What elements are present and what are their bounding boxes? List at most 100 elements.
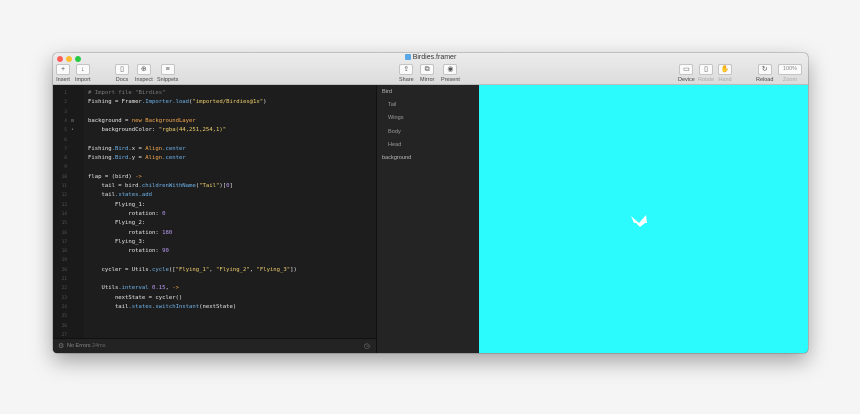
code-text: Fishing = Framer.Importer.load("imported… xyxy=(88,99,267,106)
layer-item-tail[interactable]: Tail xyxy=(388,102,396,108)
code-line[interactable]: 26 xyxy=(53,322,376,331)
line-number: 10 xyxy=(61,174,67,180)
code-text: Fishing.Bird.x = Align.center xyxy=(88,145,186,152)
layer-item-head[interactable]: Head xyxy=(388,142,401,148)
code-text: # Import file "Birdies" xyxy=(88,90,166,96)
code-line[interactable]: 14 rotation: 0 xyxy=(53,210,376,219)
device-button[interactable]: ▭ Device xyxy=(678,64,695,83)
hand-button[interactable]: ✋ Hand xyxy=(718,64,732,83)
share-label: Share xyxy=(399,77,414,83)
code-text: backgroundColor: "rgba(44,251,254,1)" xyxy=(88,127,227,134)
snippets-label: Snippets xyxy=(157,77,179,83)
bird-body xyxy=(636,223,645,227)
line-number: 7 xyxy=(64,146,67,152)
code-line[interactable]: 15 Flying_2: xyxy=(53,219,376,228)
code-line[interactable]: 8 Fishing.Bird.y = Align.center xyxy=(53,154,376,163)
line-number: 19 xyxy=(61,258,67,264)
layer-item-body[interactable]: Body xyxy=(388,129,401,135)
zoom-control[interactable]: 100% Zoom xyxy=(778,64,802,83)
line-number: 12 xyxy=(61,193,67,199)
code-line[interactable]: 25 xyxy=(53,312,376,321)
code-text: tail.states.switchInstant(nextState) xyxy=(88,303,237,310)
code-line[interactable]: 13 Flying_1: xyxy=(53,201,376,210)
code-line[interactable]: 20 cycler = Utils.cycle(["Flying_1", "Fl… xyxy=(53,266,376,275)
inspect-target-icon: ⊕ xyxy=(136,64,151,75)
inspect-button[interactable]: ⊕ Inspect xyxy=(135,64,153,83)
import-label: Import xyxy=(75,77,91,83)
present-label: Present xyxy=(441,77,460,83)
code-line[interactable]: 5 • backgroundColor: "rgba(44,251,254,1)" xyxy=(53,126,376,135)
rotate-icon: ▯ xyxy=(699,64,714,75)
code-line[interactable]: 16 rotation: 180 xyxy=(53,229,376,238)
share-icon: ⇪ xyxy=(399,64,414,75)
preview-canvas[interactable] xyxy=(479,85,808,353)
code-line[interactable]: 23 nextState = cycler() xyxy=(53,294,376,303)
code-line[interactable]: 10 flap = (bird) -> xyxy=(53,173,376,182)
status-errors: No Errors xyxy=(67,343,91,349)
line-number: 20 xyxy=(61,267,67,273)
rotate-label: Rotate xyxy=(698,77,715,83)
code-line[interactable]: 3 xyxy=(53,108,376,117)
line-number: 5 xyxy=(64,128,67,134)
docs-button[interactable]: ▯ Docs xyxy=(115,64,129,83)
framer-document-icon xyxy=(404,54,411,60)
code-line[interactable]: 4 ⊟ background = new BackgroundLayer xyxy=(53,117,376,126)
status-text: No Errors 24ms xyxy=(67,343,106,349)
code-line[interactable]: 19 xyxy=(53,256,376,265)
line-number: 1 xyxy=(64,91,67,96)
code-text: nextState = cycler() xyxy=(88,294,183,301)
code-line[interactable]: 2 Fishing = Framer.Importer.load("importe… xyxy=(53,98,376,107)
hand-icon: ✋ xyxy=(718,64,732,75)
code-line[interactable]: 7 Fishing.Bird.x = Align.center xyxy=(53,145,376,154)
zoom-select[interactable]: 100% xyxy=(778,64,802,75)
code-line[interactable]: 24 tail.states.switchInstant(nextState) xyxy=(53,303,376,312)
mirror-button[interactable]: ⧉ Mirror xyxy=(420,64,434,83)
reload-button[interactable]: ↻ Reload xyxy=(756,64,773,83)
code-line[interactable]: 17 Flying_3: xyxy=(53,238,376,247)
line-number: 14 xyxy=(61,211,67,217)
clock-icon[interactable]: ◷ xyxy=(364,342,370,350)
app-window: Birdies.framer + Insert ↓ Import ▯ Docs … xyxy=(53,53,808,353)
code-line[interactable]: 22 Utils.interval 0.15, -> xyxy=(53,284,376,293)
code-line[interactable]: 11 tail = bird.childrenWithName("Tail")[… xyxy=(53,182,376,191)
bird-wings xyxy=(639,215,647,223)
reload-label: Reload xyxy=(756,77,774,83)
layer-item-bird[interactable]: Bird xyxy=(382,89,392,95)
present-button[interactable]: ◉ Present xyxy=(441,64,460,83)
import-button[interactable]: ↓ Import xyxy=(75,64,91,83)
code-line[interactable]: 18 rotation: 90 xyxy=(53,247,376,256)
zoom-label: Zoom xyxy=(782,77,798,83)
code-line[interactable]: 1 # Import file "Birdies" xyxy=(53,89,376,98)
line-number: 2 xyxy=(64,100,67,106)
code-editor[interactable]: 1 # Import file "Birdies" 2 Fishing = Frame… xyxy=(53,85,376,353)
snippets-button[interactable]: ≡ Snippets xyxy=(157,64,178,83)
fold-toggle-icon[interactable]: ⊟ xyxy=(71,117,74,126)
code-text: rotation: 0 xyxy=(88,210,166,217)
layer-item-background[interactable]: background xyxy=(382,155,411,161)
line-number: 15 xyxy=(61,221,67,227)
code-text: flap = (bird) -> xyxy=(88,173,142,180)
gear-icon[interactable]: ⚙ xyxy=(58,342,64,350)
status-time: 24ms xyxy=(92,343,106,349)
code-line[interactable]: 6 xyxy=(53,136,376,145)
share-button[interactable]: ⇪ Share xyxy=(399,64,414,83)
line-number: 21 xyxy=(61,277,67,282)
breakpoint-dot-icon[interactable]: • xyxy=(71,126,74,135)
plus-icon: + xyxy=(56,64,70,75)
bird-graphic xyxy=(631,215,647,227)
rotate-button[interactable]: ▯ Rotate xyxy=(698,64,714,83)
code-text: tail = bird.childrenWithName("Tail")[0] xyxy=(88,183,233,189)
code-text: background = new BackgroundLayer xyxy=(88,117,196,124)
code-line[interactable]: 21 xyxy=(53,275,376,284)
window-title: Birdies.framer xyxy=(53,54,808,61)
device-label: Device xyxy=(678,77,695,83)
line-number: 9 xyxy=(64,165,67,171)
hand-label: Hand xyxy=(718,77,732,83)
code-line[interactable]: 9 xyxy=(53,163,376,172)
line-number: 13 xyxy=(61,202,67,208)
layer-item-wings[interactable]: Wings xyxy=(388,115,404,121)
line-number: 24 xyxy=(61,304,67,310)
docs-label: Docs xyxy=(115,77,129,83)
code-line[interactable]: 12 tail.states.add xyxy=(53,191,376,200)
insert-button[interactable]: + Insert xyxy=(56,64,70,83)
